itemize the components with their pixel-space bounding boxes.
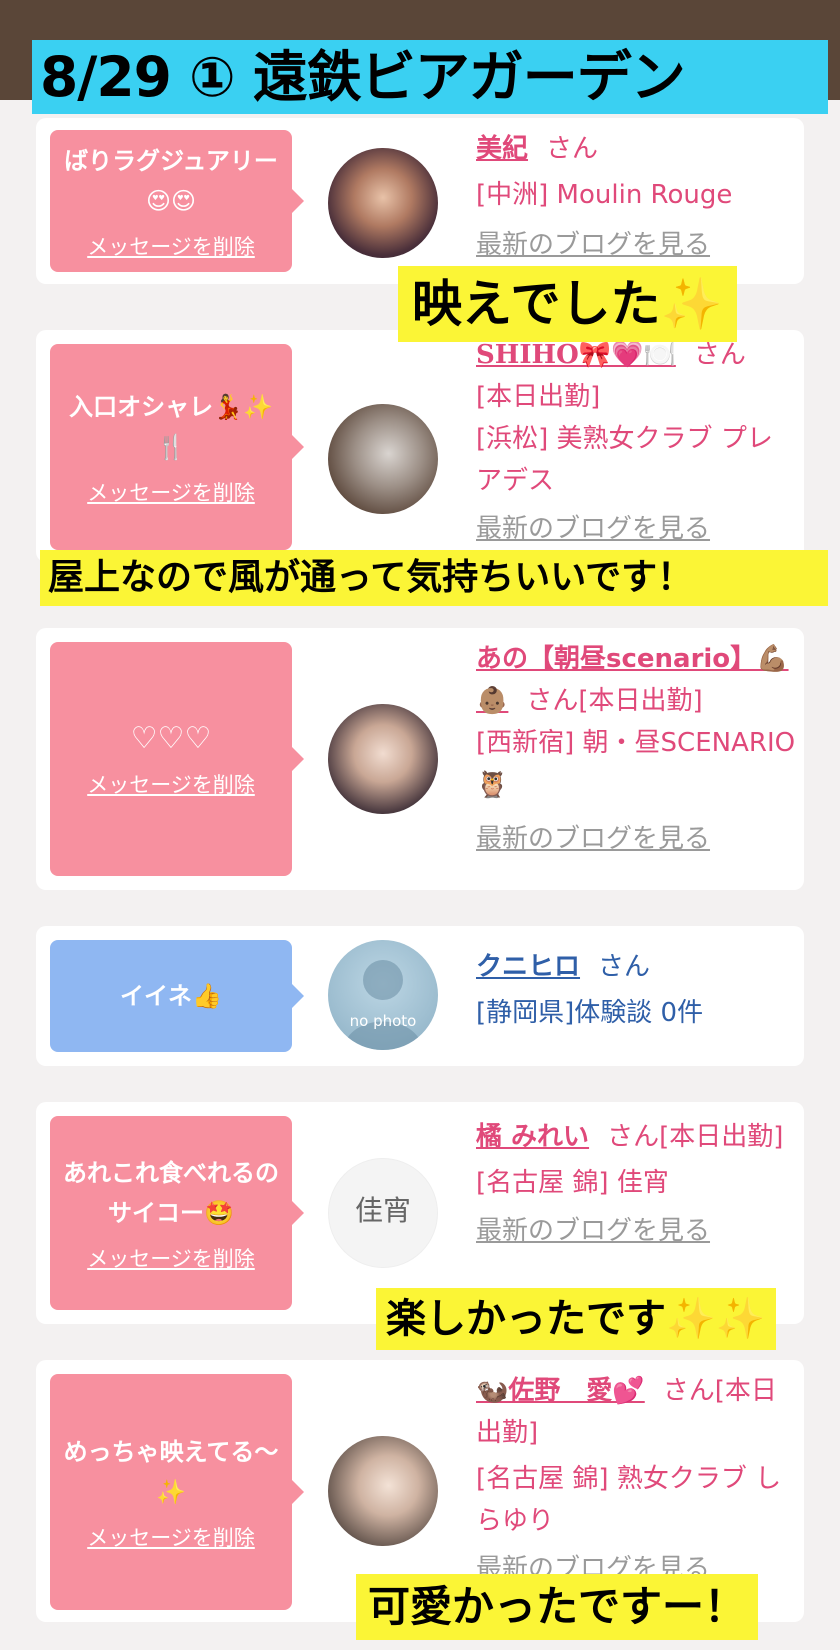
message-text: 入口オシャレ💃✨🍴 xyxy=(69,393,273,461)
no-photo-label: no photo xyxy=(349,1012,417,1030)
bubble-pointer xyxy=(292,984,304,1008)
message-card-4: イイネ👍 no photo クニヒロ さん [静岡県]体験談 0件 xyxy=(36,926,804,1066)
profile-info: 橘 みれい さん[本日出勤] [名古屋 錦] 佳宵 最新のブログを見る xyxy=(476,1116,796,1252)
subtitle-caption-4: 可愛かったですー！ xyxy=(356,1574,759,1640)
status-line: [本日出勤] xyxy=(578,686,703,716)
message-bubble: ♡♡♡ メッセージを削除 xyxy=(50,642,304,876)
latest-blog-link[interactable]: 最新のブログを見る xyxy=(476,818,796,860)
subtitle-caption-3: 楽しかったです✨✨ xyxy=(376,1288,776,1350)
status-line: [本日出勤] xyxy=(659,1122,784,1152)
message-bubble: ばりラグジュアリー😍😍 メッセージを削除 xyxy=(50,130,304,272)
message-text: ♡♡♡ xyxy=(130,721,212,756)
delete-message-link[interactable]: メッセージを削除 xyxy=(87,1522,255,1552)
latest-blog-link[interactable]: 最新のブログを見る xyxy=(476,1210,796,1252)
profile-name-link[interactable]: 橘 みれい xyxy=(476,1122,589,1152)
latest-blog-link[interactable]: 最新のブログを見る xyxy=(476,508,796,550)
status-line: [本日出勤] xyxy=(476,382,601,412)
shop-line: [中洲] Moulin Rouge xyxy=(476,180,733,210)
subtitle-caption-1: 映えでした✨ xyxy=(398,266,737,342)
message-card-1: ばりラグジュアリー😍😍 メッセージを削除 美紀 さん [中洲] Moulin Ro… xyxy=(36,118,804,284)
review-count-line: [静岡県]体験談 0件 xyxy=(476,998,704,1028)
message-bubble: めっちゃ映えてる〜✨ メッセージを削除 xyxy=(50,1374,304,1610)
no-photo-avatar[interactable]: 佳宵 xyxy=(328,1158,438,1268)
shop-line: [名古屋 錦] 熟女クラブ しらゆり xyxy=(476,1464,782,1536)
avatar[interactable] xyxy=(328,1436,438,1546)
delete-message-link[interactable]: メッセージを削除 xyxy=(87,1243,255,1273)
profile-name-link[interactable]: クニヒロ xyxy=(476,952,580,982)
video-title-banner: 8/29 ① 遠鉄ビアガーデン xyxy=(32,40,828,114)
honorific: さん xyxy=(693,340,746,370)
message-text: めっちゃ映えてる〜✨ xyxy=(63,1438,279,1506)
no-photo-avatar[interactable]: no photo xyxy=(328,940,438,1050)
message-text: あれこれ食べれるのサイコー🤩 xyxy=(63,1159,279,1227)
message-bubble: あれこれ食べれるのサイコー🤩 メッセージを削除 xyxy=(50,1116,304,1310)
delete-message-link[interactable]: メッセージを削除 xyxy=(87,477,255,507)
avatar[interactable] xyxy=(328,148,438,258)
avatar[interactable] xyxy=(328,704,438,814)
bubble-pointer xyxy=(292,1480,304,1504)
profile-name-link[interactable]: 🦦佐野 愛💕 xyxy=(476,1376,645,1406)
bubble-pointer xyxy=(292,189,304,213)
subtitle-caption-2: 屋上なので風が通って気持ちいいです！ xyxy=(40,550,828,606)
bubble-pointer xyxy=(292,1201,304,1225)
profile-info: あの【朝昼scenario】💪🏽👶🏽 さん[本日出勤] [西新宿] 朝・昼SCEN… xyxy=(476,638,796,860)
bubble-pointer xyxy=(292,435,304,459)
shop-line: [名古屋 錦] 佳宵 xyxy=(476,1168,669,1198)
honorific: さん xyxy=(526,686,579,716)
bubble-pointer xyxy=(292,747,304,771)
honorific: さん xyxy=(546,134,599,164)
profile-name-link[interactable]: 美紀 xyxy=(476,134,528,164)
shop-logo-text: 佳宵 xyxy=(354,1194,411,1227)
profile-name-link[interactable]: SHIHO🎀💗🍽️ xyxy=(476,340,676,370)
message-card-3: ♡♡♡ メッセージを削除 あの【朝昼scenario】💪🏽👶🏽 さん[本日出勤] … xyxy=(36,628,804,890)
honorific: さん xyxy=(607,1122,660,1152)
honorific: さん xyxy=(662,1376,715,1406)
message-bubble: イイネ👍 xyxy=(50,940,304,1052)
profile-info: 🦦佐野 愛💕 さん[本日出勤] [名古屋 錦] 熟女クラブ しらゆり 最新のブログ… xyxy=(476,1370,796,1590)
delete-message-link[interactable]: メッセージを削除 xyxy=(87,231,255,261)
shop-line: [浜松] 美熟女クラブ プレアデス xyxy=(476,424,773,496)
honorific: さん xyxy=(598,952,651,982)
delete-message-link[interactable]: メッセージを削除 xyxy=(87,769,255,799)
person-silhouette-icon xyxy=(343,960,423,1050)
message-text: ばりラグジュアリー😍😍 xyxy=(64,147,278,215)
avatar[interactable] xyxy=(328,404,438,514)
latest-blog-link[interactable]: 最新のブログを見る xyxy=(476,224,796,266)
message-text: イイネ👍 xyxy=(120,982,222,1010)
shop-line: [西新宿] 朝・昼SCENARIO 🦉 xyxy=(476,728,796,800)
profile-info: 美紀 さん [中洲] Moulin Rouge 最新のブログを見る xyxy=(476,128,796,266)
message-card-2: 入口オシャレ💃✨🍴 メッセージを削除 SHIHO🎀💗🍽️ さん [本日出勤] [浜… xyxy=(36,330,804,562)
profile-info: SHIHO🎀💗🍽️ さん [本日出勤] [浜松] 美熟女クラブ プレアデス 最新の… xyxy=(476,334,796,550)
profile-info: クニヒロ さん [静岡県]体験談 0件 xyxy=(476,946,796,1034)
message-bubble: 入口オシャレ💃✨🍴 メッセージを削除 xyxy=(50,344,304,550)
